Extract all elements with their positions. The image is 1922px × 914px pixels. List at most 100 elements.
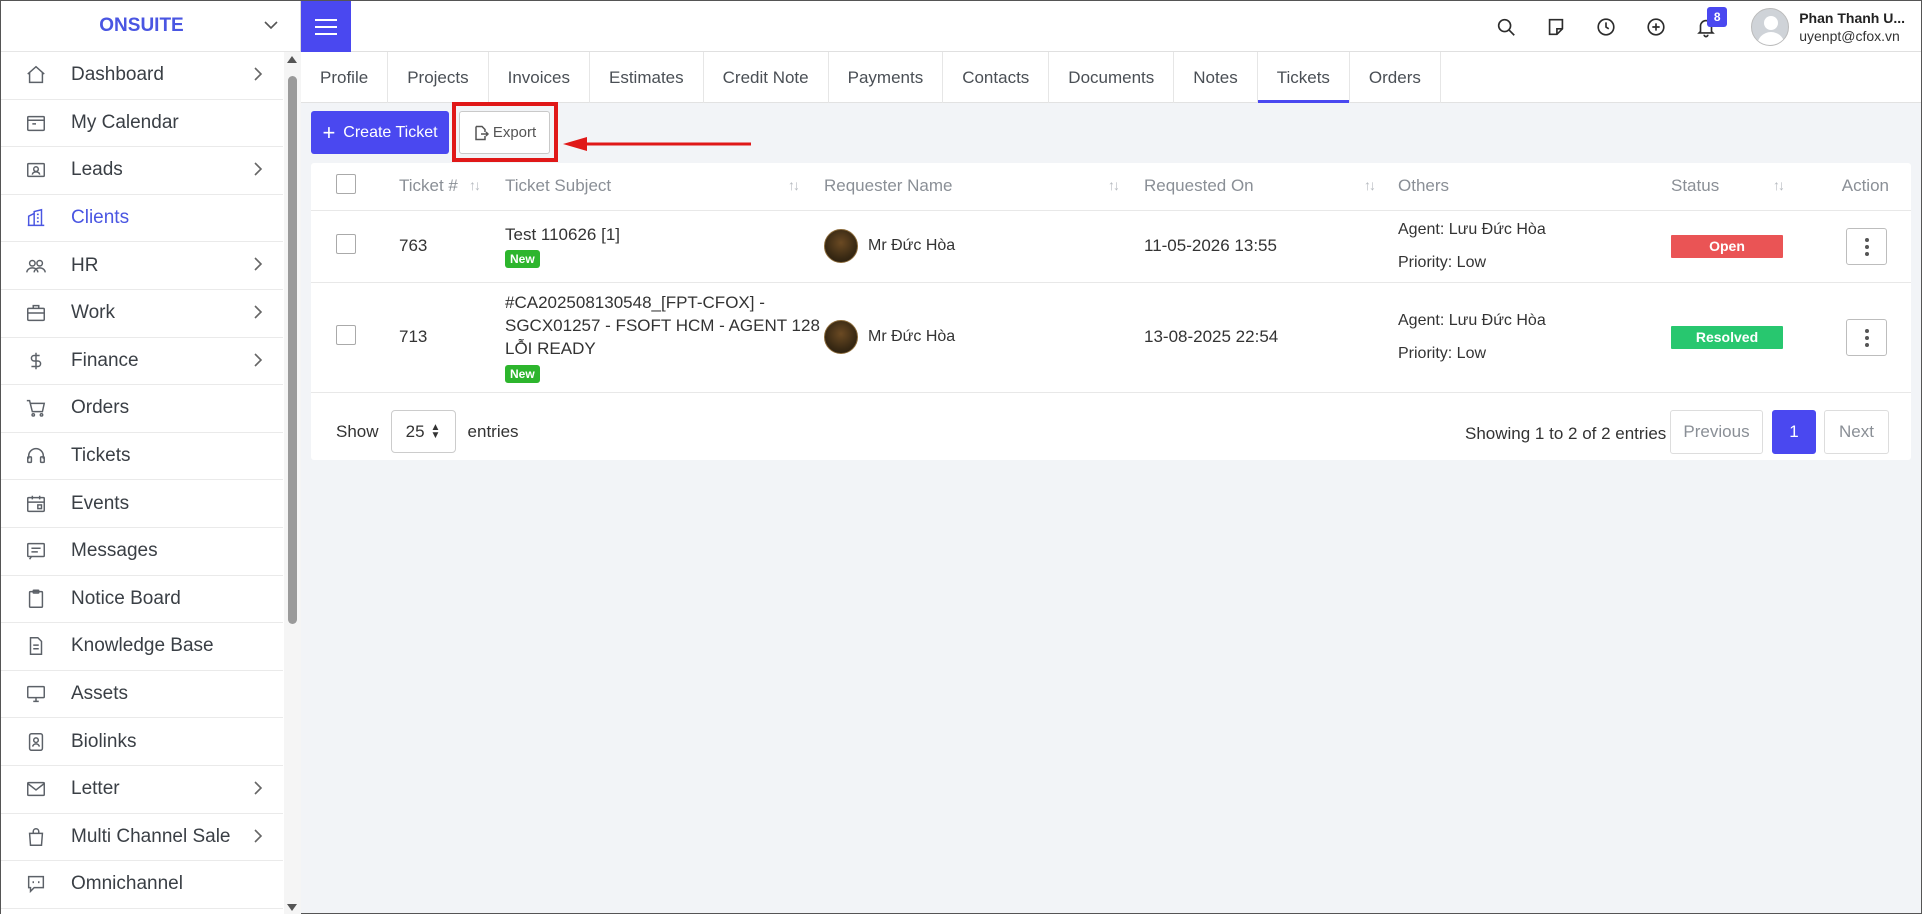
table-row[interactable]: 763 Test 110626 [1] New Mr Đức Hòa 11-05… [311,210,1911,283]
requested-on: 13-08-2025 22:54 [1144,282,1398,393]
row-checkbox[interactable] [336,324,356,345]
tab-tickets[interactable]: Tickets [1257,52,1350,103]
requester[interactable]: Mr Đức Hòa [824,320,1144,354]
tab-payments[interactable]: Payments [829,52,944,103]
sidebar-item-finance[interactable]: Finance [1,338,283,386]
sidebar-scrollbar[interactable] [284,52,301,914]
ticket-number[interactable]: 713 [399,282,505,393]
tab-invoices[interactable]: Invoices [489,52,590,103]
sort-icon[interactable]: ↑↓ [788,177,800,193]
sidebar-item-knowledge-base[interactable]: Knowledge Base [1,623,283,671]
chevron-right-icon[interactable] [253,351,263,372]
sort-icon[interactable]: ↑↓ [1108,177,1120,193]
ticket-subject-line[interactable]: LỖI READY [505,337,824,360]
sidebar-item-notice-board[interactable]: Notice Board [1,576,283,624]
chevron-right-icon[interactable] [253,65,263,86]
row-checkbox[interactable] [336,233,356,254]
user-name: Phan Thanh U... [1799,9,1905,26]
calendar-icon [25,112,47,134]
tab-estimates[interactable]: Estimates [590,52,704,103]
add-circle-icon[interactable] [1631,1,1681,52]
sidebar-item-clients[interactable]: Clients [1,195,283,243]
ticket-subject[interactable]: Test 110626 [1] [505,225,824,245]
sidebar-item-work[interactable]: Work [1,290,283,338]
sidebar-item-dashboard[interactable]: Dashboard [1,52,283,100]
sidebar-item-messages[interactable]: Messages [1,528,283,576]
agent-info: Agent: Lưu Đức Hòa [1398,312,1546,329]
avatar [1751,7,1790,46]
sidebar-item-events[interactable]: Events [1,480,283,528]
chevron-right-icon[interactable] [253,303,263,324]
header-requested-on[interactable]: Requested On ↑↓ [1144,163,1398,211]
tab-notes[interactable]: Notes [1174,52,1258,103]
sidebar-item-leads[interactable]: Leads [1,147,283,195]
scroll-up-arrow-icon[interactable] [287,56,297,63]
tab-credit-note[interactable]: Credit Note [704,52,829,103]
current-page-button[interactable]: 1 [1772,410,1816,454]
sidebar-item-biolinks[interactable]: Biolinks [1,718,283,766]
chevron-right-icon[interactable] [253,779,263,800]
chevron-right-icon[interactable] [253,160,263,181]
tab-profile[interactable]: Profile [301,52,389,103]
file-export-icon [475,125,489,140]
header-subject[interactable]: Ticket Subject ↑↓ [505,163,824,211]
sort-icon[interactable]: ↑↓ [1773,177,1785,193]
scroll-down-arrow-icon[interactable] [287,904,297,911]
header-requester[interactable]: Requester Name ↑↓ [824,163,1144,211]
row-action-menu-icon[interactable] [1846,228,1887,266]
sidebar-item-omnichannel[interactable]: Omnichannel [1,861,283,909]
search-icon[interactable] [1481,1,1531,52]
header-ticket[interactable]: Ticket # ↑↓ [399,163,505,211]
header-status[interactable]: Status ↑↓ [1671,163,1816,211]
notification-badge: 8 [1707,7,1728,27]
brand-header[interactable]: ONSUITE [1,1,300,52]
id-card-icon [25,159,47,181]
scrollbar-thumb[interactable] [288,76,297,624]
pagination-info: Showing 1 to 2 of 2 entries [1465,424,1667,443]
sidebar-item-assets[interactable]: Assets [1,671,283,719]
chevron-right-icon[interactable] [253,255,263,276]
table-footer: Show 25 ▲ ▼ entries Showing 1 to 2 of 2 e… [311,400,1911,460]
clipboard-icon [25,588,47,610]
sidebar-item-my-calendar[interactable]: My Calendar [1,100,283,148]
tab-documents[interactable]: Documents [1049,52,1175,103]
create-ticket-button[interactable]: + Create Ticket [311,111,449,154]
requested-on: 11-05-2026 13:55 [1144,210,1398,283]
new-tag: New [505,364,540,383]
event-calendar-icon [25,493,47,515]
chat-icon [25,873,47,895]
sidebar-item-label: Notice Board [71,587,181,609]
select-all-checkbox[interactable] [336,173,356,194]
show-label: Show [336,421,379,441]
user-menu[interactable]: Phan Thanh U... uyenpt@cfox.vn [1731,1,1921,52]
row-action-menu-icon[interactable] [1846,319,1887,357]
agent-info: Agent: Lưu Đức Hòa [1398,221,1546,238]
requester[interactable]: Mr Đức Hòa [824,229,1144,263]
sidebar-item-hr[interactable]: HR [1,242,283,290]
sort-icon[interactable]: ↑↓ [469,177,481,193]
tab-orders[interactable]: Orders [1350,52,1441,103]
tab-contacts[interactable]: Contacts [943,52,1050,103]
next-page-button[interactable]: Next [1824,410,1889,454]
ticket-number[interactable]: 763 [399,210,505,283]
sidebar-item-label: Multi Channel Sale [71,825,231,847]
sidebar-item-tickets[interactable]: Tickets [1,433,283,481]
bell-icon[interactable]: 8 [1681,1,1731,52]
ticket-subject-line[interactable]: #CA202508130548_[FPT-CFOX] - [505,291,824,314]
sidebar-item-letter[interactable]: Letter [1,766,283,814]
chevron-right-icon[interactable] [253,827,263,848]
sort-icon[interactable]: ↑↓ [1364,177,1376,193]
tab-projects[interactable]: Projects [388,52,489,103]
previous-page-button[interactable]: Previous [1670,410,1763,454]
table-row[interactable]: 713 #CA202508130548_[FPT-CFOX] - SGCX012… [311,282,1911,393]
clock-icon[interactable] [1581,1,1631,52]
ticket-subject-line[interactable]: SGCX01257 - FSOFT HCM - AGENT 128 [505,314,824,337]
export-button[interactable]: Export [459,111,550,154]
sidebar-item-orders[interactable]: Orders [1,385,283,433]
hamburger-menu-icon[interactable] [301,1,351,52]
chevron-down-icon[interactable] [264,17,278,33]
sidebar-item-label: HR [71,254,99,276]
sticky-note-icon[interactable] [1531,1,1581,52]
page-size-select[interactable]: 25 ▲ ▼ [390,410,456,453]
sidebar-item-multi-channel-sale[interactable]: Multi Channel Sale [1,814,283,862]
